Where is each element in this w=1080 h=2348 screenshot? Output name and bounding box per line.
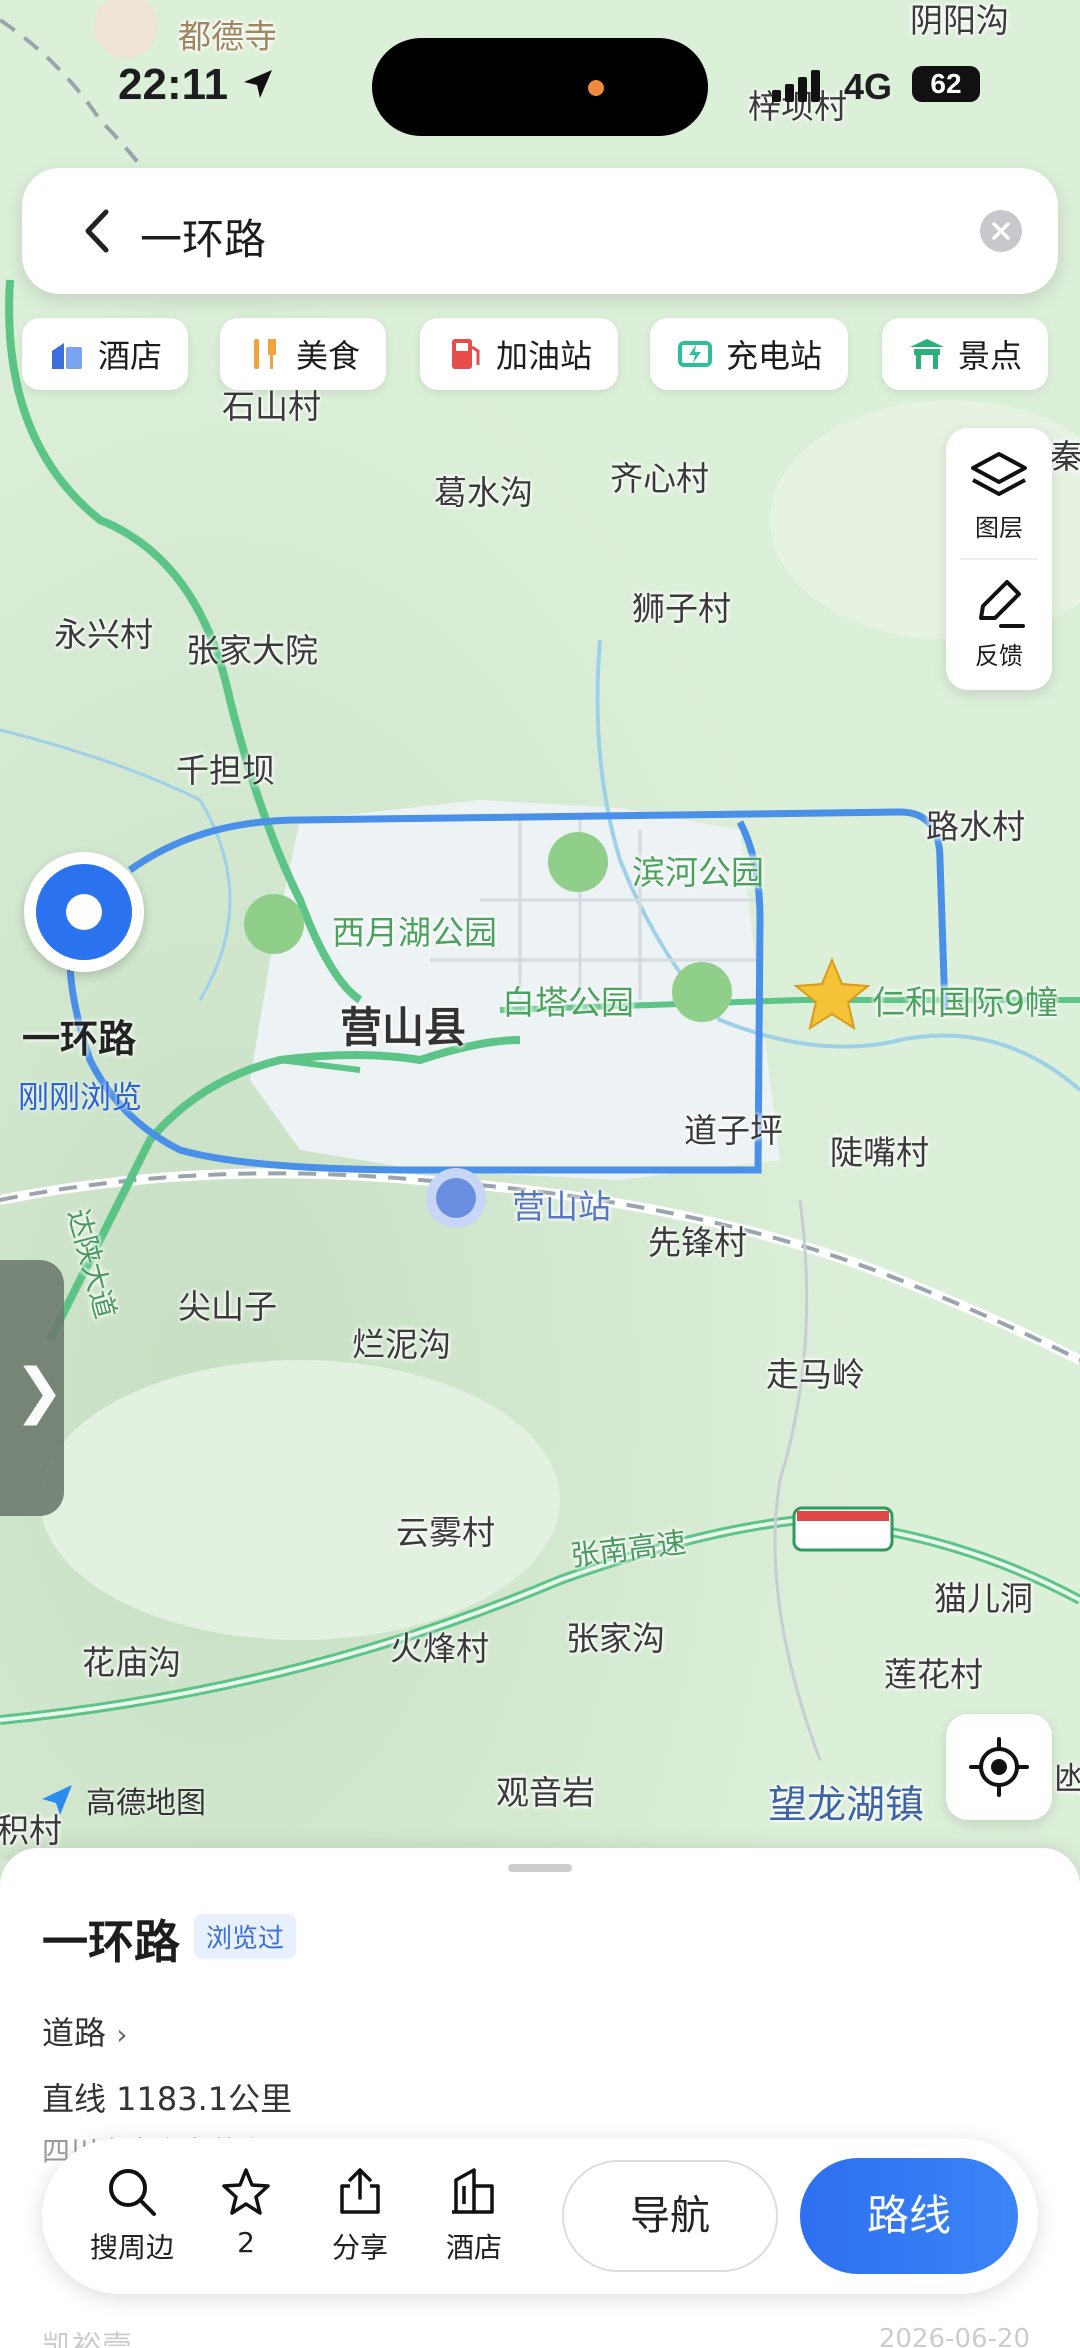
highway-shield-g5515: G5515 bbox=[804, 1522, 884, 1547]
poi-type-label: 道路 bbox=[42, 2014, 107, 2052]
search-nearby-label: 搜周边 bbox=[89, 2231, 174, 2264]
map-label-renhe-building[interactable]: 仁和国际9幢 bbox=[872, 976, 1058, 1024]
poi-distance: 直线 1183.1公里 bbox=[42, 2080, 293, 2118]
map-label-huofengcun: 火烽村 bbox=[390, 1629, 489, 1668]
locate-me-button[interactable] bbox=[946, 1714, 1052, 1820]
hotel-label: 酒店 bbox=[445, 2231, 502, 2264]
pin-recently-viewed: 刚刚浏览 bbox=[18, 1080, 142, 1116]
search-nearby-button[interactable]: 搜周边 bbox=[82, 2166, 182, 2266]
category-label: 景点 bbox=[958, 337, 1023, 375]
clear-search-button[interactable] bbox=[980, 210, 1022, 252]
map-label-qixincun: 齐心村 bbox=[610, 459, 709, 498]
poi-action-bar: 搜周边 2 分享 酒店 导航 路线 bbox=[42, 2138, 1038, 2294]
selected-location-pin[interactable] bbox=[24, 852, 144, 972]
close-icon bbox=[992, 222, 1010, 240]
star-icon bbox=[222, 2168, 270, 2215]
map-label-zhangjiagou: 张家沟 bbox=[566, 1619, 665, 1658]
side-panel-handle[interactable]: ❯ bbox=[0, 1260, 64, 1516]
search-bar[interactable]: 一环路 bbox=[22, 168, 1058, 294]
category-chip-charging-station[interactable]: 充电站 bbox=[650, 318, 849, 390]
category-chip-hotel[interactable]: 酒店 bbox=[22, 318, 189, 390]
layers-icon bbox=[971, 452, 1027, 496]
map-label-zhangjiadayuan: 张家大院 bbox=[186, 631, 318, 670]
amap-logo-icon bbox=[42, 1785, 72, 1815]
layers-button[interactable]: 图层 bbox=[946, 450, 1052, 543]
map-label-dang: 凼 bbox=[1054, 1759, 1080, 1798]
scenic-spot-icon bbox=[910, 339, 944, 369]
map-label-binhe-park[interactable]: 滨河公园 bbox=[632, 846, 764, 894]
map-label-xianfengcun: 先锋村 bbox=[648, 1223, 747, 1262]
share-label: 分享 bbox=[331, 2231, 388, 2264]
status-time: 22:11 bbox=[118, 60, 229, 109]
location-arrow-icon bbox=[244, 70, 272, 98]
chevron-right-icon: › bbox=[116, 2018, 128, 2051]
edit-pencil-icon bbox=[979, 580, 1025, 628]
nearby-hotel-button[interactable]: 酒店 bbox=[424, 2166, 524, 2266]
amap-logo-text: 高德地图 bbox=[86, 1786, 206, 1821]
map-label-shizicun: 狮子村 bbox=[632, 589, 731, 628]
favorite-count: 2 bbox=[237, 2226, 255, 2259]
map-label-xiyuehu-park[interactable]: 西月湖公园 bbox=[332, 906, 497, 954]
dynamic-island bbox=[372, 38, 708, 136]
feedback-label: 反馈 bbox=[975, 642, 1023, 670]
sheet-grab-handle[interactable] bbox=[508, 1864, 572, 1872]
back-arrow-icon[interactable] bbox=[74, 206, 124, 256]
map-label-jianshanzi: 尖山子 bbox=[178, 1287, 277, 1326]
category-label: 美食 bbox=[296, 337, 361, 375]
category-label: 充电站 bbox=[726, 337, 823, 375]
category-label: 酒店 bbox=[98, 337, 163, 375]
favorite-button[interactable]: 2 bbox=[196, 2166, 296, 2259]
crosshair-locate-icon bbox=[969, 1737, 1029, 1797]
chevron-right-icon: ❯ bbox=[14, 1356, 65, 1426]
map-label-guanyinyan: 观音岩 bbox=[496, 1773, 595, 1812]
map-label-huamiaogou: 花庙沟 bbox=[82, 1643, 181, 1682]
map-label-yingshan-station[interactable]: 营山站 bbox=[512, 1180, 611, 1228]
history-item-partial: 凯裕壹 bbox=[42, 2330, 132, 2348]
status-bar: 22:11 4G 62 bbox=[0, 0, 1080, 150]
gas-station-icon bbox=[452, 339, 480, 369]
viewed-badge: 浏览过 bbox=[194, 1914, 297, 1959]
map-label-qiandanba: 千担坝 bbox=[176, 751, 275, 790]
map-label-qin: 秦 bbox=[1050, 437, 1080, 476]
network-type: 4G bbox=[844, 66, 893, 107]
charging-station-icon bbox=[678, 341, 712, 367]
map-label-lianhuacun: 莲花村 bbox=[884, 1655, 983, 1694]
share-icon bbox=[340, 2168, 380, 2214]
category-label: 加油站 bbox=[496, 337, 593, 375]
map-label-yingshan-county: 营山县 bbox=[340, 1003, 467, 1052]
map-label-daoziping: 道子坪 bbox=[684, 1111, 783, 1150]
category-chip-scenic-spot[interactable]: 景点 bbox=[882, 318, 1049, 390]
share-button[interactable]: 分享 bbox=[310, 2166, 410, 2266]
map-label-zoumaling: 走马岭 bbox=[766, 1355, 865, 1394]
history-date-partial: 2026-06-20 bbox=[878, 2324, 1030, 2348]
map-tools-panel: 图层 反馈 bbox=[946, 428, 1052, 690]
map-label-geshuigou: 葛水沟 bbox=[434, 473, 533, 512]
map-label-yunwucun: 云雾村 bbox=[396, 1513, 495, 1552]
route-button[interactable]: 路线 bbox=[800, 2158, 1018, 2274]
amap-logo: 高德地图 bbox=[38, 1778, 206, 1822]
map-label-wanglonghu-town: 望龙湖镇 bbox=[768, 1783, 925, 1828]
poi-type-link[interactable]: 道路 › bbox=[42, 2008, 127, 2054]
map-label-lushuicun: 路水村 bbox=[926, 807, 1025, 846]
category-chip-gas-station[interactable]: 加油站 bbox=[420, 318, 619, 390]
hotel-building-icon bbox=[452, 2168, 494, 2214]
map-label-maoerdong: 猫儿洞 bbox=[934, 1579, 1033, 1618]
map-label-douzuicun: 陡嘴村 bbox=[830, 1133, 929, 1172]
cellular-signal-icon bbox=[772, 70, 820, 102]
poi-title: 一环路 bbox=[42, 1915, 180, 1969]
hotel-icon bbox=[52, 343, 82, 369]
category-chip-food[interactable]: 美食 bbox=[220, 318, 387, 390]
map-label-lanningou: 烂泥沟 bbox=[352, 1325, 451, 1364]
map-label-baita-park[interactable]: 白塔公园 bbox=[502, 976, 634, 1024]
food-icon bbox=[254, 339, 276, 369]
feedback-button[interactable]: 反馈 bbox=[946, 578, 1052, 671]
navigate-button[interactable]: 导航 bbox=[562, 2160, 778, 2272]
layers-label: 图层 bbox=[975, 514, 1023, 542]
pin-label: 一环路 bbox=[22, 1017, 137, 1061]
search-icon bbox=[109, 2169, 156, 2216]
battery-indicator: 62 bbox=[912, 66, 980, 102]
search-query[interactable]: 一环路 bbox=[140, 206, 266, 267]
map-label-yongxingcun: 永兴村 bbox=[54, 615, 153, 654]
